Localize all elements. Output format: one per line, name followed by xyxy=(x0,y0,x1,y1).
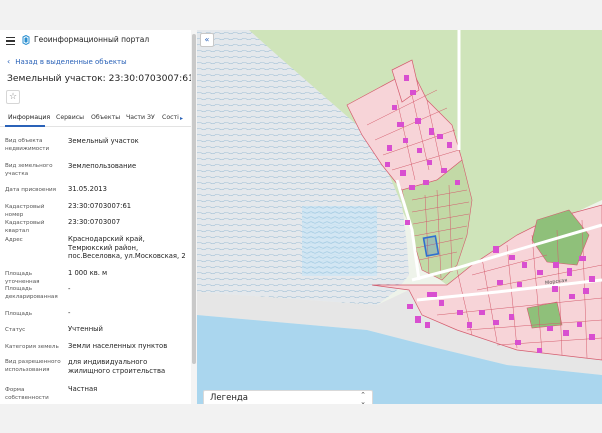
attribute-value: 23:30:0703007:61 xyxy=(68,202,132,210)
attribute-label: Площадь xyxy=(5,311,33,317)
attribute-value: 23:30:0703007 xyxy=(68,218,121,226)
app-header: Геоинформационный портал xyxy=(0,30,191,52)
legend-label: Легенда xyxy=(210,393,248,403)
marsh-pond xyxy=(302,206,377,276)
attribute-label: Адрес xyxy=(5,237,23,243)
app-title: Геоинформационный портал xyxy=(34,35,150,44)
map-canvas[interactable] xyxy=(197,30,602,404)
portal-logo-icon xyxy=(22,35,30,45)
attribute-label: Кадастровый квартал xyxy=(5,220,45,234)
attribute-label: Вид объекта недвижимости xyxy=(5,138,50,152)
top-strip xyxy=(0,0,602,30)
map-view[interactable] xyxy=(197,30,602,404)
attribute-value: - xyxy=(68,285,71,293)
attribute-value: Учтенный xyxy=(68,325,103,333)
attribute-value: Землепользование xyxy=(68,162,137,170)
attribute-value: Земельный участок xyxy=(68,137,139,145)
tab-services[interactable]: Сервисы xyxy=(56,114,84,121)
attribute-value: 31.05.2013 xyxy=(68,185,107,193)
attribute-label: Статус xyxy=(5,327,26,333)
active-tab-indicator xyxy=(5,125,45,127)
attribute-value: 1 000 кв. м xyxy=(68,269,108,277)
favorite-button[interactable]: ☆ xyxy=(6,90,20,104)
attribute-label: Площадь уточненная xyxy=(5,271,40,285)
attribute-label: Дата присвоения xyxy=(5,187,56,193)
collapse-panel-button[interactable]: « xyxy=(200,33,214,47)
attribute-label: Вид разрешенного использования xyxy=(5,359,61,373)
star-icon: ☆ xyxy=(8,92,18,102)
chevron-left-icon: ‹ xyxy=(7,57,11,66)
attribute-label: Вид земельного участка xyxy=(5,163,53,177)
back-to-selection-link[interactable]: ‹ Назад в выделенные объекты xyxy=(7,57,127,66)
tab-bar: Информация Сервисы Объекты Части ЗУ Сост… xyxy=(0,112,191,127)
attribute-value: Частная xyxy=(68,385,98,393)
selected-parcel[interactable] xyxy=(422,235,440,257)
tab-objects[interactable]: Объекты xyxy=(91,114,120,121)
tab-info[interactable]: Информация xyxy=(8,114,50,121)
tab-parts[interactable]: Части ЗУ xyxy=(126,114,155,121)
attribute-label: Кадастровый номер xyxy=(5,204,45,218)
scrollbar-thumb[interactable] xyxy=(192,34,196,364)
attribute-value: Земли населенных пунктов xyxy=(68,342,168,350)
parcel-title: Земельный участок: 23:30:0703007:61 xyxy=(7,73,194,84)
attribute-label: Площадь декларированная xyxy=(5,286,58,300)
attribute-value: - xyxy=(68,309,71,317)
attribute-value: для индивидуального жилищного строительс… xyxy=(68,358,166,375)
tab-composition[interactable]: Сості xyxy=(162,114,179,121)
back-link-label: Назад в выделенные объекты xyxy=(15,57,127,66)
menu-icon[interactable] xyxy=(6,37,15,46)
attribute-label: Категория земель xyxy=(5,344,59,350)
attribute-label: Форма собственности xyxy=(5,387,49,401)
info-panel: Геоинформационный портал ‹ Назад в выдел… xyxy=(0,30,197,404)
tabs-scroll-right-icon[interactable]: ▸ xyxy=(180,115,183,122)
attribute-value: Краснодарский край, Темрюкский район, по… xyxy=(68,235,186,260)
bottom-strip xyxy=(0,404,602,433)
